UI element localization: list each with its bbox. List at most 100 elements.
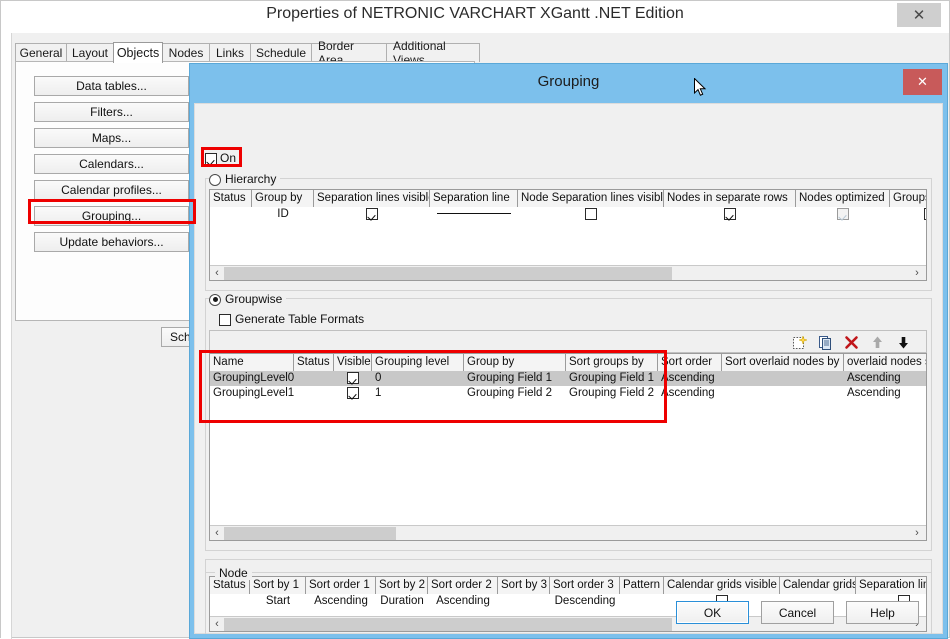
hierarchy-label: Hierarchy bbox=[225, 172, 277, 186]
column-header[interactable]: Pattern bbox=[620, 577, 664, 594]
column-header[interactable]: Status bbox=[294, 354, 334, 371]
cell-text: Duration bbox=[380, 595, 424, 607]
button-update-behaviors[interactable]: Update behaviors... bbox=[34, 232, 189, 252]
tab-nodes[interactable]: Nodes bbox=[162, 43, 210, 62]
groupwise-radio-row[interactable]: Groupwise bbox=[209, 292, 287, 306]
scroll-left-arrow[interactable]: ‹ bbox=[210, 526, 224, 540]
column-header[interactable]: Group by bbox=[252, 190, 314, 207]
column-header[interactable]: Groups collap bbox=[890, 190, 926, 207]
column-header[interactable]: Sort order 3 bbox=[550, 577, 620, 594]
properties-window-close-button[interactable]: ✕ bbox=[897, 3, 941, 27]
column-header[interactable]: Calendar grids bbox=[780, 577, 856, 594]
scrollbar-thumb[interactable] bbox=[224, 267, 672, 280]
tab-links[interactable]: Links bbox=[209, 43, 251, 62]
scrollbar-thumb[interactable] bbox=[224, 527, 396, 540]
cell-text: 1 bbox=[375, 387, 382, 399]
hierarchy-table[interactable]: Status Group by Separation lines visibleSe… bbox=[209, 189, 927, 281]
tab-objects[interactable]: Objects bbox=[113, 42, 163, 63]
ok-button[interactable]: OK bbox=[676, 601, 749, 624]
cell-text: Grouping Field 1 bbox=[569, 372, 655, 384]
move-down-icon[interactable] bbox=[895, 334, 912, 351]
groupwise-table[interactable]: Name Status Visible Grouping level Group by S… bbox=[209, 353, 927, 541]
cell-text: Ascending bbox=[847, 387, 901, 399]
table-row[interactable]: ID bbox=[210, 207, 926, 222]
tab-border-area[interactable]: Border Area bbox=[311, 39, 387, 67]
button-data-tables[interactable]: Data tables... bbox=[34, 76, 189, 96]
column-header[interactable]: Calendar grids visible bbox=[664, 577, 780, 594]
scrollbar-thumb[interactable] bbox=[224, 618, 672, 631]
scroll-right-arrow[interactable]: › bbox=[910, 266, 924, 280]
tab-schedule[interactable]: Schedule bbox=[250, 43, 312, 62]
cell-checkbox[interactable] bbox=[366, 207, 378, 220]
column-header[interactable]: Sort groups by bbox=[566, 354, 658, 371]
on-checkbox[interactable] bbox=[205, 152, 217, 165]
copy-icon[interactable] bbox=[817, 334, 834, 351]
delete-icon[interactable] bbox=[843, 334, 860, 351]
column-header[interactable]: Separation lines vis bbox=[856, 577, 926, 594]
column-header[interactable]: overlaid nodes sort order bbox=[844, 354, 926, 371]
grouping-dialog-body: On Hierarchy Status Group by Separation li… bbox=[194, 103, 943, 634]
cell-text: Ascending bbox=[314, 595, 368, 607]
column-header[interactable]: Sort by 1 bbox=[250, 577, 306, 594]
column-header[interactable]: Sort by 2 bbox=[376, 577, 428, 594]
column-header[interactable]: Group by bbox=[464, 354, 566, 371]
column-header[interactable]: Separation lines visible bbox=[314, 190, 430, 207]
button-calendars[interactable]: Calendars... bbox=[34, 154, 189, 174]
generate-table-formats-checkbox[interactable] bbox=[219, 313, 231, 326]
button-calendar-profiles[interactable]: Calendar profiles... bbox=[34, 180, 189, 200]
column-header[interactable]: Separation line bbox=[430, 190, 518, 207]
cell-checkbox[interactable] bbox=[924, 207, 926, 220]
on-checkbox-row[interactable]: On bbox=[205, 151, 236, 165]
cell-checkbox[interactable] bbox=[585, 207, 597, 220]
column-header[interactable]: Sort order bbox=[658, 354, 722, 371]
new-icon[interactable] bbox=[791, 334, 808, 351]
cell-text: Descending bbox=[554, 595, 616, 607]
window-left-edge-divider bbox=[11, 33, 12, 639]
tab-additional-views[interactable]: Additional Views bbox=[386, 39, 480, 67]
cell-text: Ascending bbox=[436, 595, 490, 607]
column-header[interactable]: Sort by 3 bbox=[498, 577, 550, 594]
grouping-dialog-close-button[interactable]: ✕ bbox=[903, 69, 942, 95]
tab-label: Objects bbox=[116, 46, 160, 60]
scroll-right-arrow[interactable]: › bbox=[910, 526, 924, 540]
column-header[interactable]: Sort order 2 bbox=[428, 577, 498, 594]
column-header[interactable]: Sort overlaid nodes by bbox=[722, 354, 844, 371]
column-header[interactable]: Nodes in separate rows bbox=[664, 190, 796, 207]
help-button[interactable]: Help bbox=[846, 601, 919, 624]
column-header[interactable]: Sort order 1 bbox=[306, 577, 376, 594]
column-header[interactable]: Status bbox=[210, 190, 252, 207]
generate-table-formats-row[interactable]: Generate Table Formats bbox=[219, 312, 364, 326]
tab-label: Layout bbox=[71, 46, 109, 60]
window-left-edge bbox=[1, 33, 11, 639]
column-header[interactable]: Node Separation lines visible bbox=[518, 190, 664, 207]
scroll-left-arrow[interactable]: ‹ bbox=[210, 617, 224, 631]
table-row[interactable]: GroupingLevel0 0 Grouping Field 1 Grouping … bbox=[210, 371, 926, 386]
grouping-dialog-title: Grouping bbox=[537, 73, 600, 90]
table-header-row: Status Group by Separation lines visibleSe… bbox=[210, 190, 926, 207]
tab-layout[interactable]: Layout bbox=[66, 43, 114, 62]
cell-line-preview bbox=[437, 213, 511, 215]
button-maps[interactable]: Maps... bbox=[34, 128, 189, 148]
button-label: Update behaviors... bbox=[59, 235, 164, 249]
scroll-left-arrow[interactable]: ‹ bbox=[210, 266, 224, 280]
column-header[interactable]: Name bbox=[210, 354, 294, 371]
cell-checkbox[interactable] bbox=[347, 386, 359, 399]
column-header[interactable]: Visible bbox=[334, 354, 372, 371]
cell-text: Ascending bbox=[847, 372, 901, 384]
cancel-button[interactable]: Cancel bbox=[761, 601, 834, 624]
button-filters[interactable]: Filters... bbox=[34, 102, 189, 122]
button-label: Calendar profiles... bbox=[61, 183, 162, 197]
horizontal-scrollbar[interactable]: ‹ › bbox=[210, 265, 926, 280]
tab-general[interactable]: General bbox=[15, 43, 67, 62]
cell-checkbox[interactable] bbox=[724, 207, 736, 220]
groupwise-radio[interactable] bbox=[209, 293, 221, 306]
button-grouping[interactable]: Grouping... bbox=[34, 206, 189, 226]
hierarchy-radio-row[interactable]: Hierarchy bbox=[209, 172, 281, 186]
cell-checkbox[interactable] bbox=[347, 371, 359, 384]
column-header[interactable]: Nodes optimized bbox=[796, 190, 890, 207]
properties-tabstrip: General Layout Objects Nodes Links Schedule Bo… bbox=[15, 39, 480, 67]
column-header[interactable]: Grouping level bbox=[372, 354, 464, 371]
hierarchy-radio[interactable] bbox=[209, 173, 221, 186]
table-row[interactable]: GroupingLevel1 1 Grouping Field 2 Grouping … bbox=[210, 386, 926, 401]
horizontal-scrollbar[interactable]: ‹ › bbox=[210, 525, 926, 540]
